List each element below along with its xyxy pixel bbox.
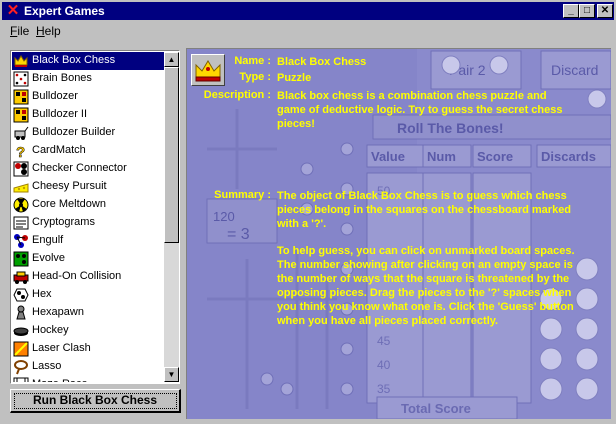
game-details-panel: Pair 2 Discard Roll The Bones! Value Num…: [186, 48, 611, 419]
scroll-thumb[interactable]: [164, 67, 179, 243]
dice-icon: [13, 71, 29, 87]
menu-help[interactable]: Help: [36, 24, 61, 38]
crown-icon: [13, 53, 29, 69]
evolve-icon: [13, 251, 29, 267]
game-list[interactable]: Black Box Chess Brain Bones Bulldozer Bulld…: [10, 50, 180, 384]
game-list-item[interactable]: Cryptograms: [12, 214, 164, 232]
game-list-item-label: Brain Bones: [32, 72, 92, 84]
laser-icon: [13, 341, 29, 357]
game-list-item-label: Bulldozer II: [32, 108, 88, 120]
radiation-icon: [13, 197, 29, 213]
lasso-icon: [13, 359, 29, 375]
game-list-item-label: Engulf: [32, 234, 64, 246]
game-list-items: Black Box Chess Brain Bones Bulldozer Bulld…: [12, 52, 164, 382]
bg-discards-header: Discards: [541, 149, 596, 164]
game-list-item[interactable]: Bulldozer Builder: [12, 124, 164, 142]
hex-icon: [13, 287, 29, 303]
app-x-icon[interactable]: ✕: [5, 3, 21, 19]
game-list-item[interactable]: Lasso: [12, 358, 164, 376]
main-window: ✕ Expert Games _ □ ✕ File Help Black Box…: [0, 0, 616, 424]
game-list-item-label: Lasso: [32, 360, 62, 372]
summary-paragraph-2: To help guess, you can click on unmarked…: [277, 245, 575, 327]
pawn-icon: [13, 305, 29, 321]
minimize-button[interactable]: _: [563, 4, 579, 18]
game-list-item-label: Head-On Collision: [32, 270, 122, 282]
hockey-puck-icon: [13, 323, 29, 339]
game-list-item[interactable]: Black Box Chess: [12, 52, 164, 70]
bg-num-header: Num: [427, 149, 456, 164]
summary-paragraph-1: The object of Black Box Chess is to gues…: [277, 190, 572, 230]
game-list-item-label: Core Meltdown: [32, 198, 106, 210]
game-list-item[interactable]: Checker Connector: [12, 160, 164, 178]
game-list-item[interactable]: Head-On Collision: [12, 268, 164, 286]
game-list-item[interactable]: Evolve: [12, 250, 164, 268]
close-button[interactable]: ✕: [597, 4, 613, 18]
game-list-item-label: Cryptograms: [32, 216, 95, 228]
name-value: Black Box Chess: [277, 56, 367, 68]
vertical-scrollbar[interactable]: ▲ ▼: [164, 52, 179, 382]
bulldozer-builder-icon: [13, 125, 29, 141]
bg-120-text: 120: [213, 209, 235, 224]
name-label: Name :: [234, 55, 271, 67]
cryptogram-icon: [13, 215, 29, 231]
menu-bar: File Help: [2, 21, 614, 40]
game-list-item[interactable]: Hex: [12, 286, 164, 304]
scroll-down-button[interactable]: ▼: [164, 367, 179, 382]
game-list-item-label: Cheesy Pursuit: [32, 180, 107, 192]
game-list-item[interactable]: Cheesy Pursuit: [12, 178, 164, 196]
game-list-item-label: Hockey: [32, 324, 69, 336]
car-icon: [13, 269, 29, 285]
window-title: Expert Games: [24, 4, 105, 18]
game-list-item-label: Evolve: [32, 252, 66, 264]
bg-num-4: 35: [377, 382, 391, 396]
bulldozer-icon: [13, 107, 29, 123]
bg-score-header: Score: [477, 149, 513, 164]
menu-file[interactable]: File: [10, 24, 29, 38]
maximize-button[interactable]: □: [579, 4, 595, 18]
game-list-item-label: Bulldozer Builder: [32, 126, 116, 138]
bg-eq-text: = 3: [227, 226, 250, 243]
bg-value-header: Value: [371, 149, 405, 164]
game-list-item[interactable]: Hockey: [12, 322, 164, 340]
description-label: Description :: [203, 89, 271, 101]
game-list-item[interactable]: Engulf: [12, 232, 164, 250]
game-list-item-label: Bulldozer: [32, 90, 78, 102]
game-list-item[interactable]: Hexapawn: [12, 304, 164, 322]
game-list-item-label: Black Box Chess: [32, 54, 116, 66]
svg-text:?: ?: [16, 144, 25, 159]
game-list-item[interactable]: Core Meltdown: [12, 196, 164, 214]
maze-icon: [13, 377, 29, 382]
game-list-item-label: CardMatch: [32, 144, 86, 156]
bg-num-3: 40: [377, 358, 391, 372]
cheese-icon: [13, 179, 29, 195]
type-value: Puzzle: [277, 72, 312, 84]
game-list-item-label: Checker Connector: [32, 162, 127, 174]
game-list-item[interactable]: Brain Bones: [12, 70, 164, 88]
question-mark-icon: ?: [13, 143, 29, 162]
title-bar: ✕ Expert Games _ □ ✕: [2, 2, 614, 20]
game-list-item-label: Hexapawn: [32, 306, 84, 318]
bg-num-2: 45: [377, 334, 391, 348]
engulf-icon: [13, 233, 29, 249]
game-list-item-label: Laser Clash: [32, 342, 91, 354]
type-label: Type :: [239, 71, 271, 83]
checker-icon: [13, 161, 29, 177]
description-value: Black box chess is a combination chess p…: [277, 90, 563, 130]
run-game-button[interactable]: Run Black Box Chess: [10, 389, 181, 413]
game-list-item[interactable]: Maze Race: [12, 376, 164, 382]
game-list-item[interactable]: Bulldozer: [12, 88, 164, 106]
scroll-up-button[interactable]: ▲: [164, 52, 179, 67]
game-list-item-label: Maze Race: [32, 378, 88, 382]
game-list-item-label: Hex: [32, 288, 52, 300]
game-list-item[interactable]: Laser Clash: [12, 340, 164, 358]
bulldozer-icon: [13, 89, 29, 105]
game-list-item[interactable]: Bulldozer II: [12, 106, 164, 124]
summary-label: Summary :: [214, 189, 271, 201]
bg-total-label: Total Score: [401, 401, 471, 416]
game-list-item[interactable]: ? CardMatch: [12, 142, 164, 162]
